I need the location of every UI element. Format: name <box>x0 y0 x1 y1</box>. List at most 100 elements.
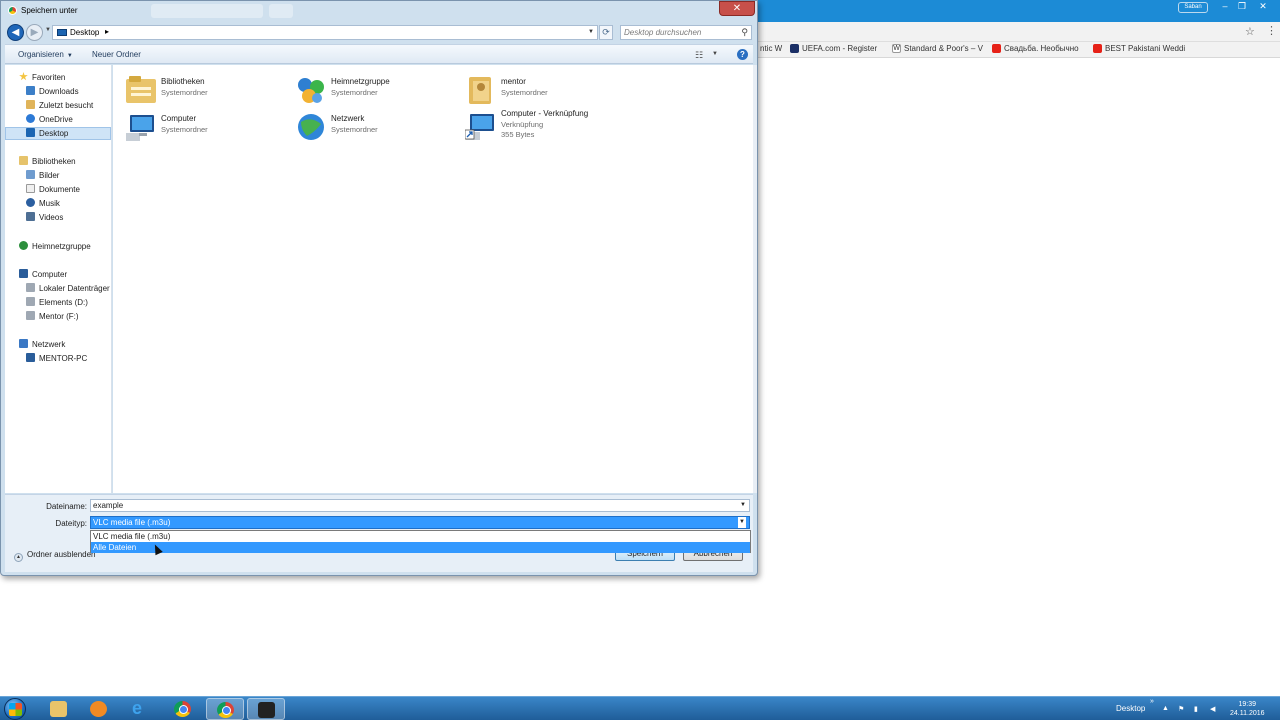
profile-badge[interactable]: Saban <box>1178 2 1208 13</box>
tree-item-pictures[interactable]: Bilder <box>26 170 59 183</box>
filename-value[interactable]: example <box>93 501 123 510</box>
file-item-computer[interactable]: Computer Systemordner <box>125 110 290 144</box>
filetype-option[interactable]: VLC media file (.m3u) <box>91 531 750 542</box>
address-location[interactable]: Desktop <box>70 28 99 37</box>
tree-computer[interactable]: Computer <box>19 269 67 282</box>
show-hidden-icons[interactable]: ▲ <box>1162 705 1169 712</box>
volume-icon[interactable]: ◀ <box>1210 705 1215 713</box>
search-box[interactable]: ⚲ <box>620 25 752 40</box>
filename-field[interactable]: example ▼ <box>90 499 750 512</box>
taskbar-chrome[interactable] <box>164 698 202 720</box>
taskbar-explorer[interactable] <box>40 698 78 720</box>
libraries-icon <box>126 76 156 103</box>
scrollbar[interactable] <box>753 65 757 493</box>
file-list: Bibliotheken Systemordner Heimnetzgruppe… <box>113 65 753 493</box>
clock[interactable]: 19:39 24.11.2016 <box>1230 700 1265 718</box>
taskbar-media-player[interactable] <box>80 698 118 720</box>
bookmarks-bar: ntic W UEFA.com - Register W Standard & P… <box>756 42 1280 58</box>
tree-item-documents[interactable]: Dokumente <box>26 184 80 197</box>
history-dropdown-icon[interactable]: ▼ <box>45 27 51 33</box>
file-item-libraries[interactable]: Bibliotheken Systemordner <box>125 73 290 107</box>
tree-item-desktop[interactable]: Desktop <box>5 127 111 140</box>
computer-shortcut-icon <box>465 114 494 140</box>
drive-icon <box>26 297 35 306</box>
dialog-titlebar[interactable]: Speichern unter ✕ <box>1 1 757 21</box>
filetype-option-highlighted[interactable]: Alle Dateien <box>91 542 750 553</box>
pc-icon <box>26 353 35 362</box>
back-button[interactable]: ◀ <box>7 24 24 41</box>
bookmark-star-icon[interactable]: ☆ <box>1245 25 1255 38</box>
file-item-computer-shortcut[interactable]: Computer - Verknüpfung Verknüpfung 355 B… <box>465 105 630 140</box>
search-icon[interactable]: ⚲ <box>741 27 748 38</box>
filetype-value[interactable]: VLC media file (.m3u) <box>93 518 170 527</box>
media-player-icon <box>90 701 107 717</box>
file-type: Verknüpfung <box>501 120 544 129</box>
tree-favorites[interactable]: Favoriten <box>19 72 65 85</box>
filename-dropdown-icon[interactable]: ▼ <box>740 500 746 511</box>
view-options-icon[interactable]: ☷ <box>695 50 703 61</box>
hide-folders-toggle[interactable]: ▲ Ordner ausblenden <box>14 550 96 562</box>
ghost-tab <box>151 4 263 18</box>
file-type: Systemordner <box>331 88 378 97</box>
tree-item-mentor-pc[interactable]: MENTOR-PC <box>26 353 87 366</box>
breadcrumb-chevron-icon[interactable]: ▸ <box>105 27 109 36</box>
desktop-icon <box>26 128 35 137</box>
minimize-icon[interactable]: – <box>1217 0 1233 14</box>
new-folder-button[interactable]: Neuer Ordner <box>92 50 141 59</box>
youtube-icon <box>992 44 1001 54</box>
file-type: Systemordner <box>161 125 208 134</box>
taskbar-chrome-active[interactable] <box>206 698 244 720</box>
view-dropdown-icon[interactable]: ▼ <box>712 51 718 57</box>
taskbar-app[interactable] <box>247 698 285 720</box>
tree-item-elements[interactable]: Elements (D:) <box>26 297 88 310</box>
tree-item-music[interactable]: Musik <box>26 198 60 211</box>
refresh-button[interactable]: ⟳ <box>599 25 613 40</box>
file-type: Systemordner <box>331 125 378 134</box>
filetype-select[interactable]: VLC media file (.m3u) ▼ <box>90 516 750 529</box>
bookmark-item[interactable]: Свадьба. Необычно <box>992 44 1079 54</box>
tree-homegroup[interactable]: Heimnetzgruppe <box>19 241 91 254</box>
chrome-icon <box>217 702 234 718</box>
bookmark-item[interactable]: ntic W <box>760 44 782 53</box>
close-icon[interactable]: ✕ <box>1252 0 1274 14</box>
address-dropdown-icon[interactable]: ▼ <box>588 29 594 35</box>
search-input[interactable] <box>621 26 733 39</box>
tray-desktop-toolbar[interactable]: Desktop <box>1116 704 1145 713</box>
tree-item-mentor-drive[interactable]: Mentor (F:) <box>26 311 79 324</box>
file-name: Heimnetzgruppe <box>331 77 390 86</box>
file-item-network[interactable]: Netzwerk Systemordner <box>295 110 460 144</box>
network-signal-icon[interactable]: ▮ <box>1194 705 1198 713</box>
help-icon[interactable]: ? <box>737 49 748 60</box>
start-button[interactable] <box>4 698 26 720</box>
tree-item-downloads[interactable]: Downloads <box>26 86 79 99</box>
menu-icon[interactable]: ⋮ <box>1266 24 1277 37</box>
tree-network[interactable]: Netzwerk <box>19 339 65 352</box>
bookmark-item[interactable]: BEST Pakistani Weddi <box>1093 44 1185 54</box>
tree-item-recent[interactable]: Zuletzt besucht <box>26 100 93 113</box>
tree-libraries[interactable]: Bibliotheken <box>19 156 76 169</box>
star-icon <box>19 72 28 81</box>
dialog-close-button[interactable]: ✕ <box>719 1 755 16</box>
taskbar-internet-explorer[interactable]: e <box>122 698 160 720</box>
hard-drive-icon <box>26 283 35 292</box>
tree-item-onedrive[interactable]: OneDrive <box>26 114 73 127</box>
windows-logo-icon <box>9 703 22 716</box>
chevron-icon[interactable]: » <box>1150 698 1154 705</box>
tree-item-videos[interactable]: Videos <box>26 212 63 225</box>
organize-button[interactable]: Organisieren ▼ <box>18 50 73 59</box>
bookmark-item[interactable]: W Standard & Poor's – V <box>892 44 983 54</box>
maximize-icon[interactable]: ❐ <box>1234 0 1250 14</box>
chrome-icon <box>8 6 17 15</box>
file-item-mentor[interactable]: mentor Systemordner <box>465 73 630 107</box>
file-item-homegroup[interactable]: Heimnetzgruppe Systemordner <box>295 73 460 107</box>
forward-button[interactable]: ▶ <box>26 24 43 41</box>
tree-item-local-disk[interactable]: Lokaler Datenträger <box>26 283 110 296</box>
pictures-icon <box>26 170 35 179</box>
app-icon <box>258 702 275 718</box>
action-center-icon[interactable]: ⚑ <box>1178 705 1184 713</box>
filetype-dropdown-icon[interactable]: ▼ <box>738 517 746 528</box>
computer-icon <box>126 115 154 141</box>
bookmark-item[interactable]: UEFA.com - Register <box>790 44 877 54</box>
file-name: Netzwerk <box>331 114 365 123</box>
address-bar[interactable]: Desktop ▸ ▼ <box>52 25 598 40</box>
